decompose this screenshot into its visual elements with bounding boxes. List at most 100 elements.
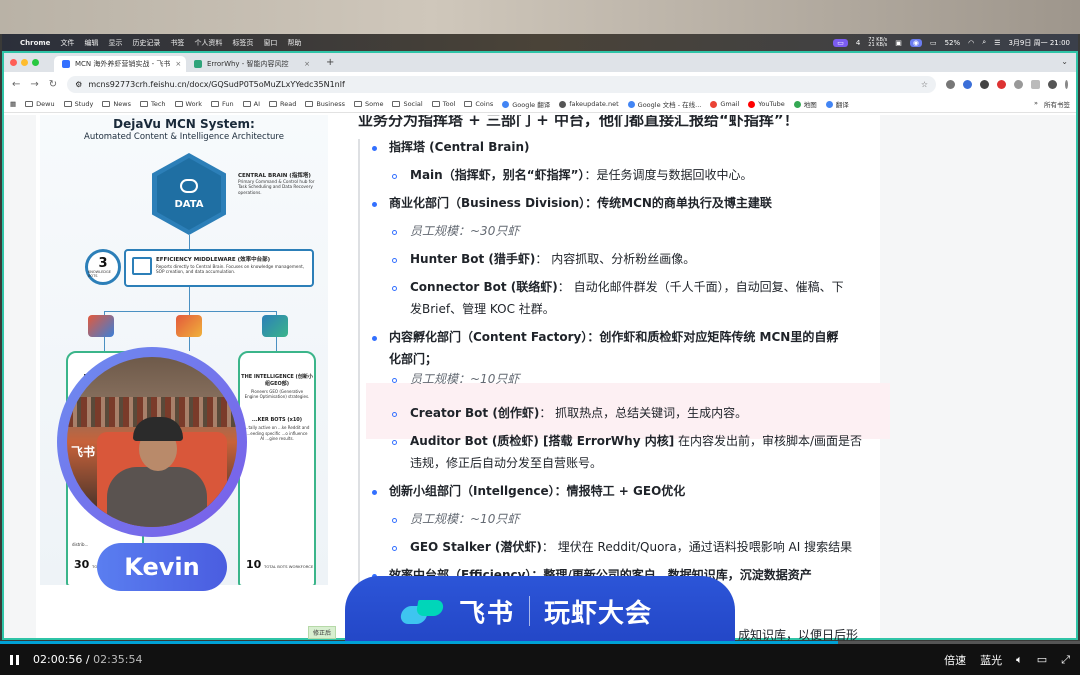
notification-count[interactable]: 4 <box>856 39 860 47</box>
tab-feishu-doc[interactable]: MCN 海外养虾营销实战 - 飞书 × <box>54 56 186 72</box>
bookmark-item[interactable]: YouTube <box>748 100 785 108</box>
doc-heading: 业务分为指挥塔 + 三部门 + 中台，他们都直接汇报给“虾指挥”！ <box>358 115 799 129</box>
menubar-app-name[interactable]: Chrome <box>20 39 50 47</box>
bookmark-item[interactable]: Work <box>174 100 202 108</box>
item-desc: ： 埋伏在 Reddit/Quora，通过语料投喂影响 AI 搜索结果 <box>541 540 853 554</box>
fullscreen-icon[interactable]: ⤢ <box>1061 653 1070 667</box>
bookmark-item[interactable]: Gmail <box>710 100 739 108</box>
item-label: Connector Bot (联络虾) <box>410 280 558 294</box>
tab-title: MCN 海外养虾营销实战 - 飞书 <box>75 60 171 68</box>
apps-grid-icon[interactable]: ▦ <box>10 100 16 108</box>
bookmark-item[interactable]: Dewu <box>25 100 55 108</box>
extension-icon[interactable] <box>946 79 955 89</box>
tray-record-icon[interactable]: ◉ <box>909 38 922 47</box>
speed-button[interactable]: 倍速 <box>944 652 966 668</box>
item-note: 员工规模：~10只虾 <box>410 512 520 526</box>
badge-number: 3 <box>98 255 108 271</box>
extension-icon[interactable] <box>1014 79 1023 89</box>
bookmark-item[interactable]: Coins <box>464 100 493 108</box>
menubar-item[interactable]: 显示 <box>108 38 122 48</box>
battery-icon[interactable]: ▭ <box>930 39 937 47</box>
bookmark-item[interactable]: Tech <box>139 100 166 108</box>
tray-app-icon[interactable]: ▣ <box>895 39 902 47</box>
bookmark-item[interactable]: Some <box>354 100 383 108</box>
bookmarks-more-button[interactable]: » <box>1034 99 1038 109</box>
folder-icon <box>25 101 34 107</box>
profile-avatar[interactable] <box>1048 79 1057 89</box>
tab-title: ErrorWhy - 智能内容风控 <box>207 60 289 68</box>
folder-icon <box>102 101 111 107</box>
bookmark-label: Some <box>365 100 384 108</box>
menubar-item[interactable]: 标签页 <box>232 38 253 48</box>
address-bar[interactable]: ⚙ mcns92773crh.feishu.cn/docx/GQSudP0T5o… <box>67 75 936 93</box>
datetime[interactable]: 3月9日 周一 21:00 <box>1008 38 1070 48</box>
menubar-item[interactable]: 历史记录 <box>132 38 160 48</box>
menubar-item[interactable]: 编辑 <box>84 38 98 48</box>
data-core-hexagon: DATA <box>152 153 226 235</box>
control-center-icon[interactable]: ☰ <box>994 39 1000 47</box>
extension-icon[interactable] <box>997 79 1006 89</box>
bookmark-item[interactable]: Study <box>63 100 93 108</box>
reload-icon[interactable]: ↻ <box>49 79 57 90</box>
tab-search-icon[interactable]: ⌄ <box>1061 57 1068 66</box>
site-favicon-icon <box>627 100 635 108</box>
menubar-item[interactable]: 书签 <box>170 38 184 48</box>
feishu-favicon-icon <box>62 60 70 68</box>
infographic-subtitle: Automated Content & Intelligence Archite… <box>84 132 284 142</box>
zoom-window-button[interactable] <box>32 59 39 66</box>
screen-share-icon[interactable]: ▭ <box>833 38 848 47</box>
tab-errorwhy[interactable]: ErrorWhy - 智能内容风控 × <box>186 56 318 72</box>
url-text[interactable]: mcns92773crh.feishu.cn/docx/GQSudP0T5oMu… <box>88 80 344 89</box>
new-tab-button[interactable]: + <box>318 57 342 68</box>
search-icon[interactable]: ⌕ <box>982 38 986 47</box>
bookmark-star-icon[interactable]: ☆ <box>921 80 928 89</box>
banner-event: 玩虾大会 <box>544 598 653 629</box>
macos-menubar: Chrome 文件 编辑 显示 历史记录 书签 个人资料 标签页 窗口 帮助 ▭… <box>2 34 1078 51</box>
pause-button[interactable] <box>10 654 19 665</box>
item-desc: ： 自动化邮件群发（千人千面），自动回复、催稿、下 <box>557 280 844 294</box>
item-label: GEO Stalker (潜伏虾) <box>410 540 542 554</box>
site-favicon-icon <box>748 100 756 108</box>
menubar-item[interactable]: 帮助 <box>287 38 301 48</box>
quality-button[interactable]: 蓝光 <box>980 652 1002 668</box>
close-tab-icon[interactable]: × <box>175 60 181 68</box>
volume-icon[interactable]: 🔈︎ <box>1016 653 1023 667</box>
minimize-window-button[interactable] <box>21 59 28 66</box>
bookmark-item[interactable]: Read <box>269 100 296 108</box>
menubar-item[interactable]: 个人资料 <box>194 38 222 48</box>
bookmark-item[interactable]: fakeupdate.net <box>559 100 619 108</box>
doc-content: 业务分为指挥塔 + 三部门 + 中台，他们都直接汇报给“虾指挥”！ 指挥塔 (C… <box>356 115 890 638</box>
bookmark-item[interactable]: News <box>102 100 131 108</box>
tab-strip: MCN 海外养虾营销实战 - 飞书 × ErrorWhy - 智能内容风控 × … <box>4 53 1076 72</box>
extension-icon[interactable] <box>980 79 989 89</box>
more-menu-icon[interactable] <box>1065 79 1068 89</box>
item-desc: ：是任务调度与数据回收中心。 <box>584 168 753 182</box>
all-bookmarks-button[interactable]: 所有书签 <box>1044 99 1070 109</box>
item-text: 指挥塔 (Central Brain) <box>389 140 530 154</box>
bookmark-item[interactable]: Tool <box>431 100 455 108</box>
close-tab-icon[interactable]: × <box>304 60 310 68</box>
bookmark-label: Google 翻译 <box>512 101 551 109</box>
sub-list-item: 员工规模：~30只虾 <box>410 221 519 242</box>
extensions-area <box>946 79 1068 89</box>
bookmark-label: Business <box>316 100 346 108</box>
bookmark-item[interactable]: Social <box>392 100 423 108</box>
menubar-item[interactable]: 窗口 <box>263 38 277 48</box>
bookmark-item[interactable]: Business <box>305 100 345 108</box>
toolbar: ← → ↻ ⚙ mcns92773crh.feishu.cn/docx/GQSu… <box>4 72 1076 96</box>
puzzle-icon[interactable] <box>1031 79 1040 89</box>
site-info-icon[interactable]: ⚙ <box>75 80 82 89</box>
forward-icon[interactable]: → <box>30 79 38 90</box>
bookmark-item[interactable]: AI <box>242 100 260 108</box>
bookmark-item[interactable]: Google 文档 - 在线... <box>627 99 701 109</box>
bookmark-item[interactable]: Fun <box>211 100 234 108</box>
back-icon[interactable]: ← <box>12 79 20 90</box>
close-window-button[interactable] <box>10 59 17 66</box>
menubar-item[interactable]: 文件 <box>60 38 74 48</box>
bookmark-item[interactable]: 地图 <box>793 99 817 109</box>
extension-icon[interactable] <box>963 79 972 89</box>
bookmark-item[interactable]: Google 翻译 <box>502 99 550 109</box>
bookmark-item[interactable]: 翻译 <box>825 99 849 109</box>
wifi-icon[interactable]: ◠ <box>968 39 974 47</box>
pip-icon[interactable]: ▭ <box>1037 653 1047 666</box>
